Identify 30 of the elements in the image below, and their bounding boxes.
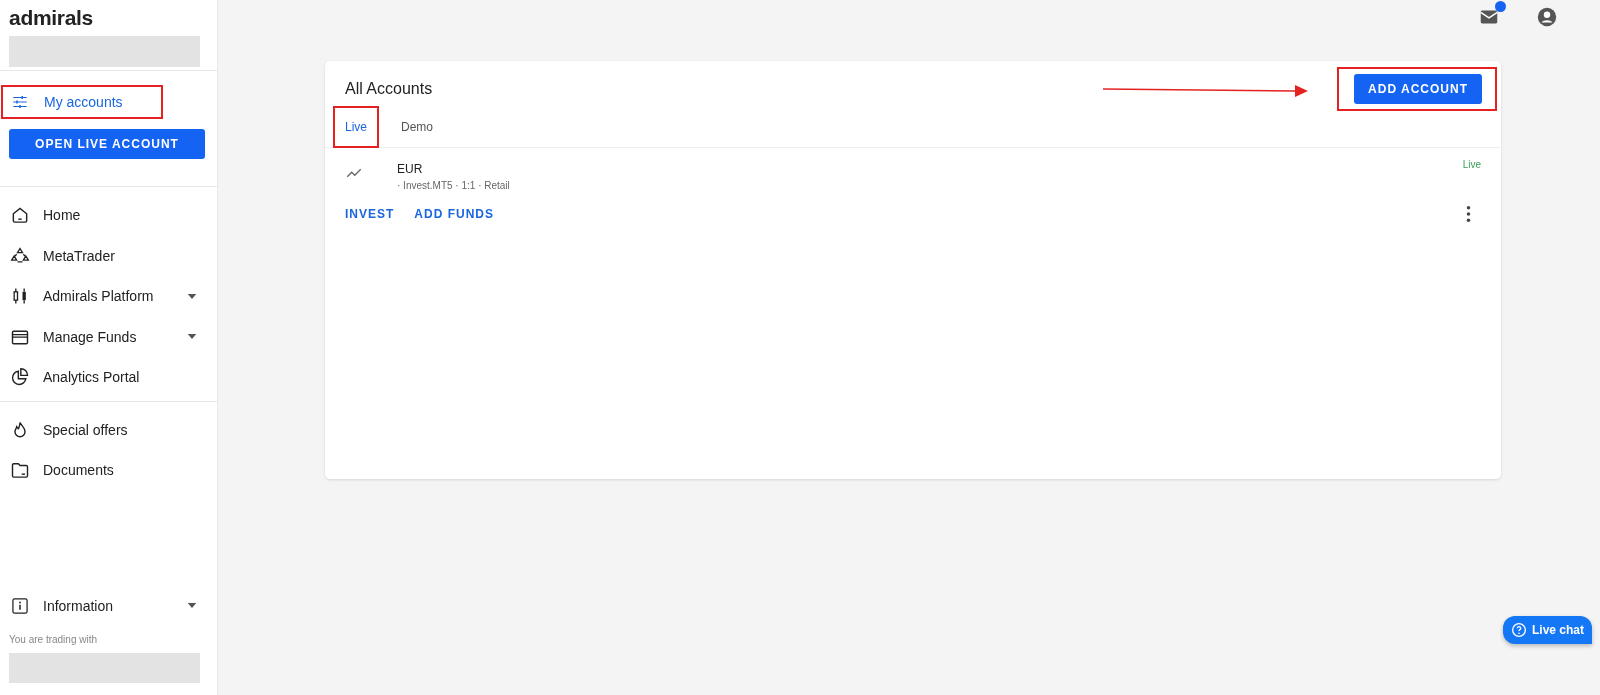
- action-link[interactable]: ADD FUNDS: [414, 207, 494, 221]
- more-vertical-icon: [1466, 206, 1471, 222]
- tab[interactable]: Demo: [391, 107, 444, 146]
- help-icon: [1510, 622, 1527, 638]
- live-chat-button[interactable]: Live chat: [1502, 616, 1592, 644]
- folder-icon: [10, 460, 30, 481]
- sidebar-item[interactable]: Manage Funds: [0, 316, 217, 357]
- sidebar-item[interactable]: MetaTrader: [0, 235, 217, 276]
- sidebar-item[interactable]: Documents: [0, 450, 217, 491]
- account-details: · Invest.MT5 · 1:1 · Retail: [397, 180, 511, 191]
- info-icon: [10, 595, 30, 616]
- sliders-icon: [11, 93, 29, 111]
- sidebar-item[interactable]: Home: [0, 195, 217, 236]
- action-link[interactable]: INVEST: [345, 207, 395, 221]
- add-account-button[interactable]: ADD ACCOUNT: [1354, 73, 1482, 104]
- status-label: Live: [1462, 159, 1481, 170]
- logo: admirals: [8, 5, 94, 31]
- user-avatar-icon: [1536, 6, 1558, 28]
- trading-with-label: You are trading with: [8, 633, 99, 645]
- home-icon: [10, 205, 30, 226]
- sidebar-item[interactable]: Special offers: [0, 409, 217, 450]
- sidebar-item[interactable]: Analytics Portal: [0, 357, 217, 398]
- tab[interactable]: Live: [335, 107, 377, 146]
- sidebar-item[interactable]: Information: [0, 585, 217, 626]
- currency-label: EUR: [397, 162, 424, 176]
- card-title: All Accounts: [345, 79, 434, 98]
- open-live-account-button[interactable]: OPEN LIVE ACCOUNT: [9, 129, 205, 159]
- sidebar-item[interactable]: My accounts: [3, 87, 161, 117]
- sidebar-item[interactable]: Admirals Platform: [0, 276, 217, 317]
- pie-chart-icon: [10, 367, 30, 388]
